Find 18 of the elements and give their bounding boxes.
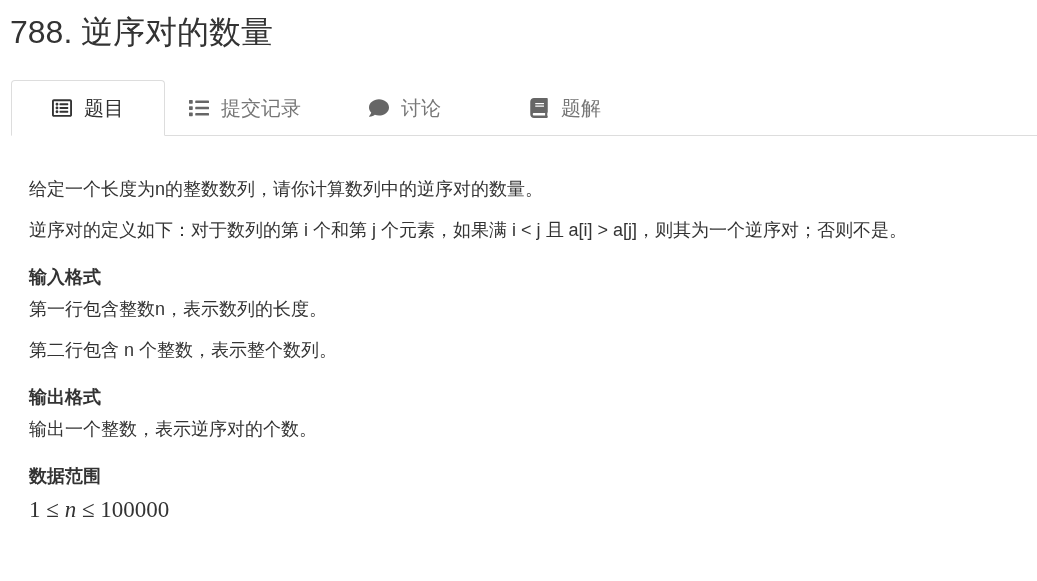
paragraph: 第一行包含整数n，表示数列的长度。	[29, 298, 327, 321]
list-document-icon	[52, 98, 72, 118]
book-icon	[529, 98, 549, 118]
math-formula: 1 ≤ n ≤ 100000	[29, 496, 170, 524]
list-icon	[189, 98, 209, 118]
paragraph: 逆序对的定义如下：对于数列的第 i 个和第 j 个元素，如果满 i < j 且 a[i] > a[j]，则其为一个逆序对；否则不是。	[29, 219, 908, 242]
paragraph: 给定一个长度为n的整数数列，请你计算数列中的逆序对的数量。	[29, 178, 543, 201]
tab[interactable]: 题目	[11, 80, 165, 136]
paragraph: 第二行包含 n 个整数，表示整个数列。	[29, 339, 337, 362]
section-heading: 输入格式	[29, 266, 101, 289]
section-heading: 数据范围	[29, 465, 101, 488]
tab[interactable]: 题解	[485, 80, 645, 136]
page-title: 788. 逆序对的数量	[9, 13, 274, 52]
paragraph: 输出一个整数，表示逆序对的个数。	[29, 418, 317, 441]
tab[interactable]: 提交记录	[165, 80, 325, 136]
speech-bubble-icon	[369, 98, 389, 118]
section-heading: 输出格式	[29, 386, 101, 409]
tab[interactable]: 讨论	[325, 80, 485, 136]
